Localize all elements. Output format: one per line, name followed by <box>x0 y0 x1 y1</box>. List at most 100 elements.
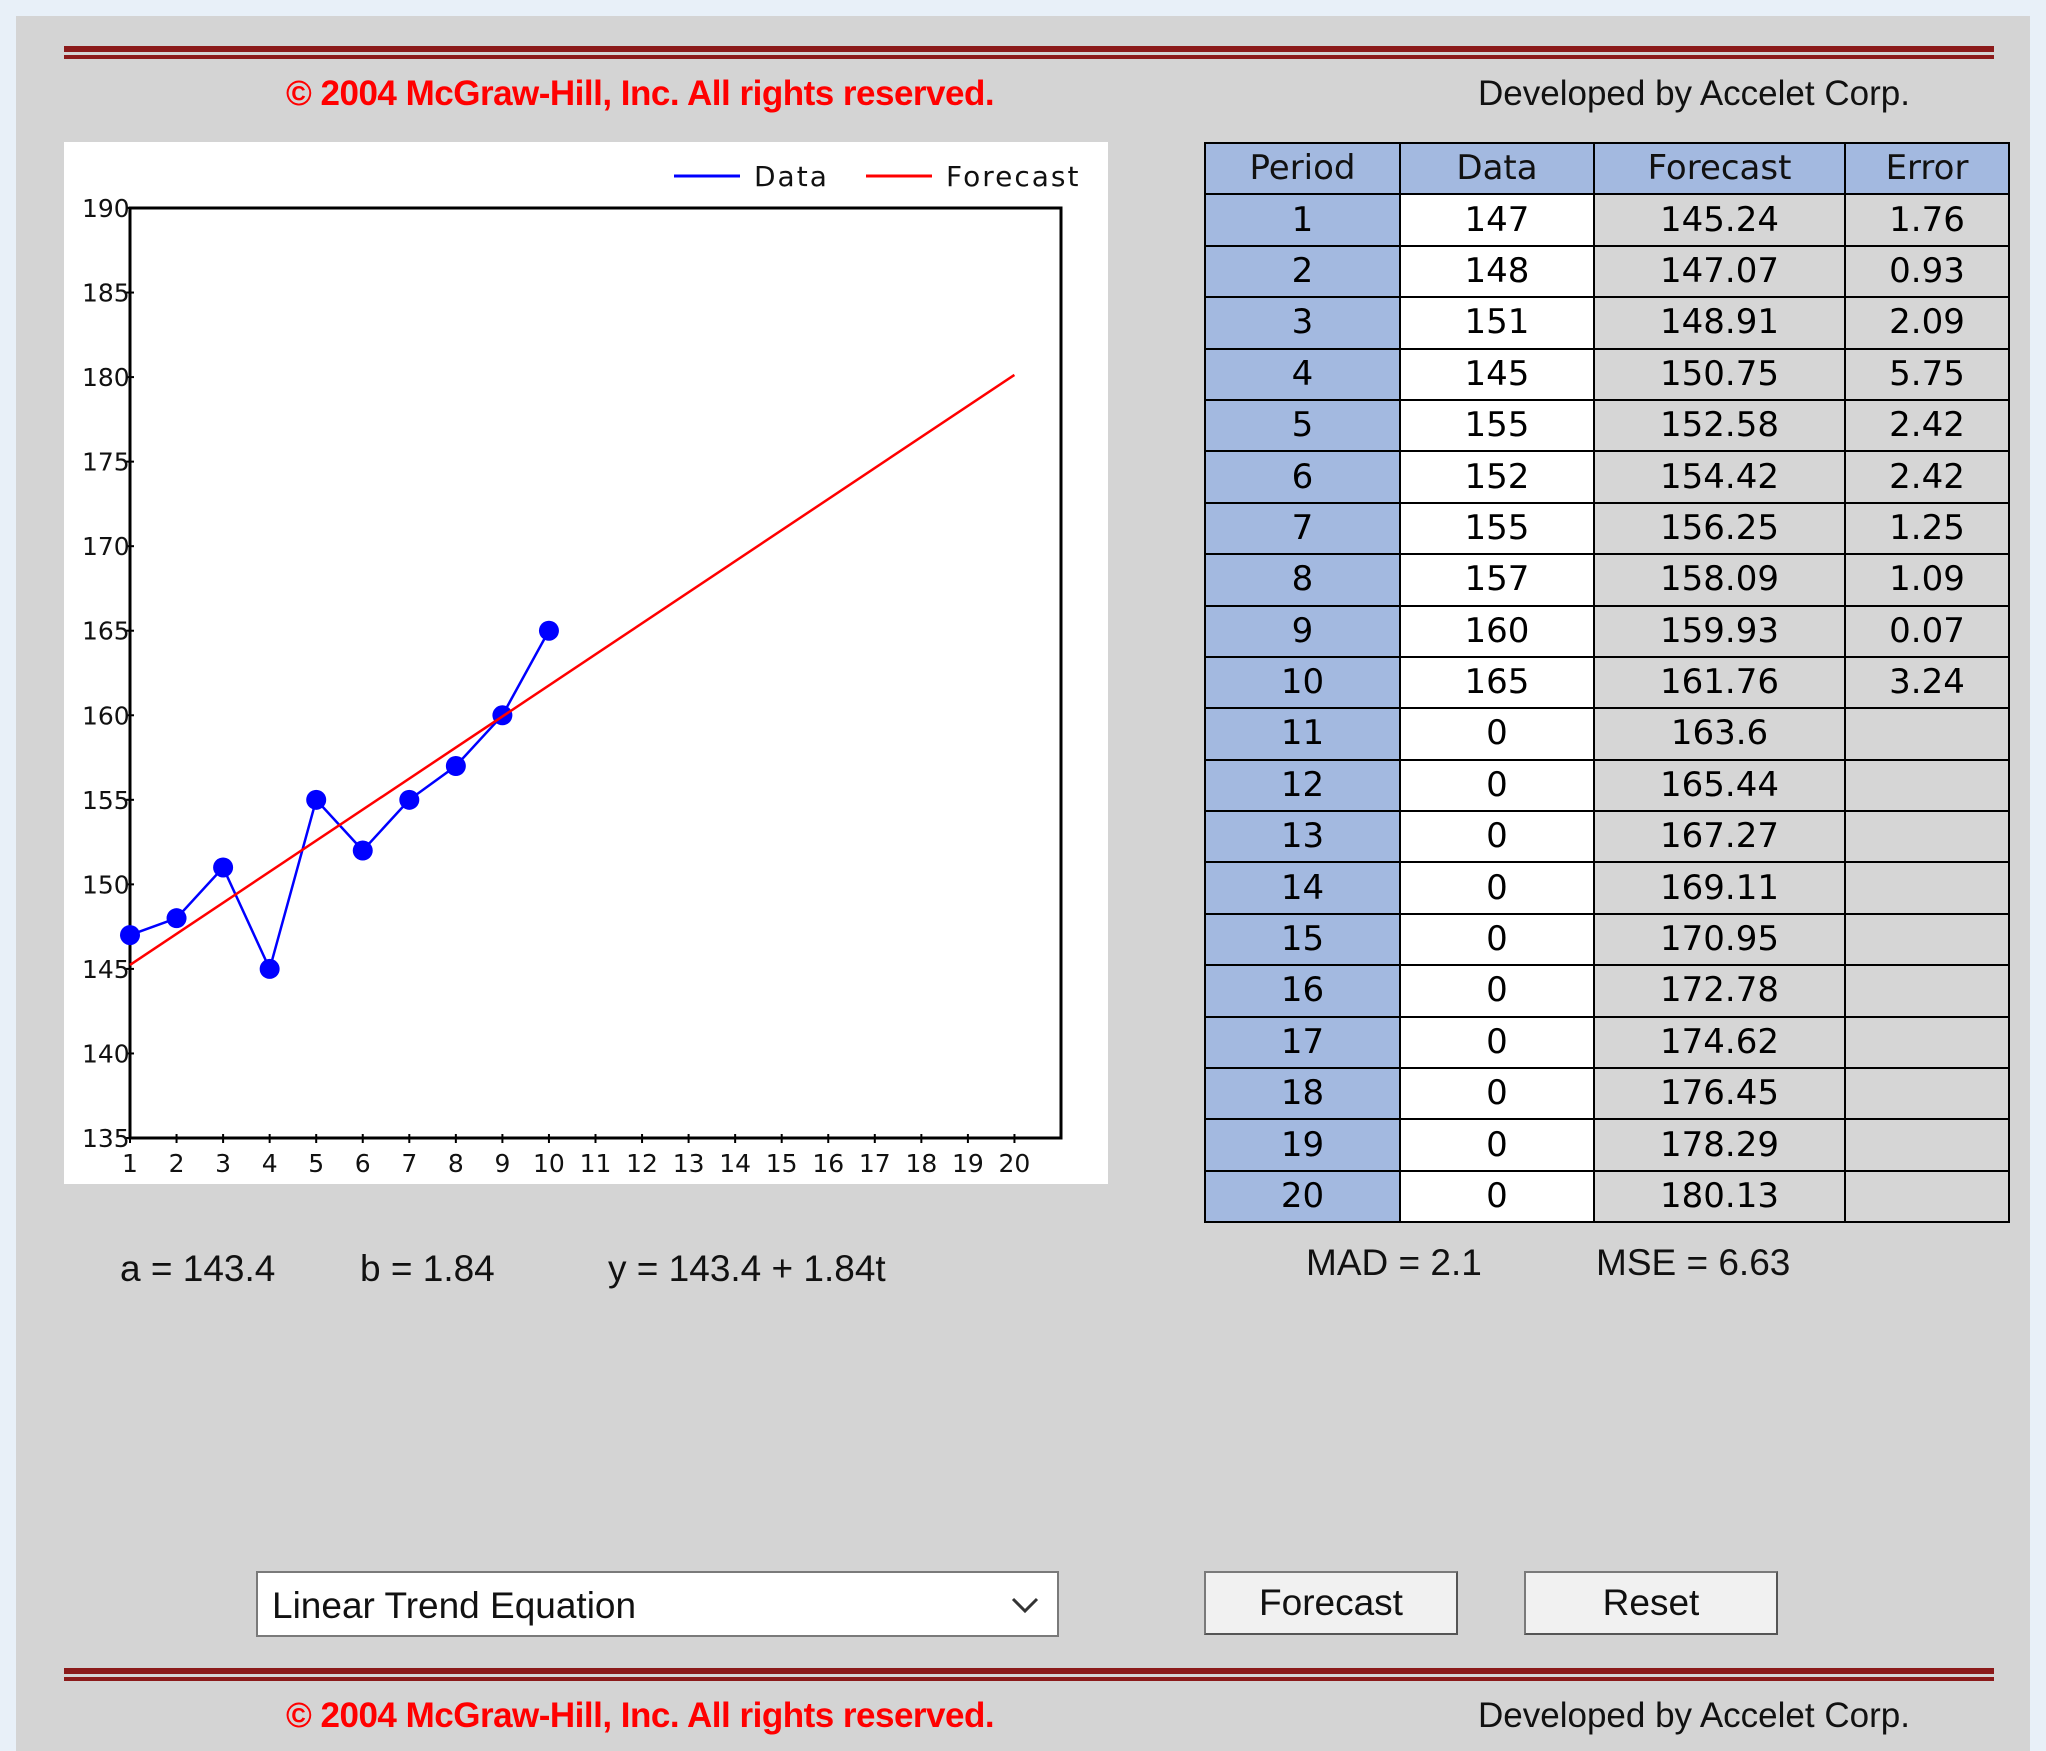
cell-data[interactable]: 157 <box>1400 554 1594 605</box>
method-select[interactable]: Linear Trend Equation <box>256 1571 1059 1637</box>
cell-period: 18 <box>1205 1068 1400 1119</box>
cell-forecast: 154.42 <box>1594 451 1845 502</box>
cell-period: 1 <box>1205 194 1400 245</box>
cell-period: 16 <box>1205 965 1400 1016</box>
cell-data[interactable]: 0 <box>1400 1119 1594 1170</box>
table-row: 170174.62 <box>1205 1017 2009 1068</box>
x-tick-label: 5 <box>308 1149 324 1178</box>
cell-data[interactable]: 0 <box>1400 1171 1594 1222</box>
cell-data[interactable]: 155 <box>1400 503 1594 554</box>
cell-data[interactable]: 0 <box>1400 760 1594 811</box>
header-developed-by: Developed by Accelet Corp. <box>1478 74 1910 114</box>
cell-period: 5 <box>1205 400 1400 451</box>
y-tick-label: 140 <box>82 1039 130 1068</box>
x-axis: 1234567891011121314151617181920 <box>122 1134 1030 1178</box>
cell-data[interactable]: 147 <box>1400 194 1594 245</box>
y-axis: 135140145150155160165170175180185190 <box>82 194 134 1153</box>
cell-period: 14 <box>1205 862 1400 913</box>
cell-error: 1.09 <box>1845 554 2009 605</box>
cell-period: 12 <box>1205 760 1400 811</box>
y-tick-label: 180 <box>82 363 130 392</box>
cell-forecast: 170.95 <box>1594 914 1845 965</box>
x-tick-label: 13 <box>673 1149 705 1178</box>
cell-period: 4 <box>1205 349 1400 400</box>
chevron-down-icon[interactable] <box>1007 1587 1043 1623</box>
x-tick-label: 7 <box>401 1149 417 1178</box>
cell-forecast: 161.76 <box>1594 657 1845 708</box>
x-tick-label: 2 <box>169 1149 185 1178</box>
table-row: 6152154.422.42 <box>1205 451 2009 502</box>
data-point <box>167 908 187 928</box>
cell-data[interactable]: 155 <box>1400 400 1594 451</box>
cell-data[interactable]: 145 <box>1400 349 1594 400</box>
cell-error <box>1845 1068 2009 1119</box>
cell-forecast: 147.07 <box>1594 246 1845 297</box>
cell-data[interactable]: 0 <box>1400 1017 1594 1068</box>
cell-data[interactable]: 0 <box>1400 1068 1594 1119</box>
cell-forecast: 180.13 <box>1594 1171 1845 1222</box>
x-tick-label: 20 <box>999 1149 1031 1178</box>
cell-period: 2 <box>1205 246 1400 297</box>
slope-value: b = 1.84 <box>360 1248 495 1290</box>
cell-period: 6 <box>1205 451 1400 502</box>
cell-forecast: 167.27 <box>1594 811 1845 862</box>
cell-forecast: 152.58 <box>1594 400 1845 451</box>
x-tick-label: 14 <box>719 1149 751 1178</box>
table-row: 150170.95 <box>1205 914 2009 965</box>
cell-error: 5.75 <box>1845 349 2009 400</box>
cell-data[interactable]: 0 <box>1400 914 1594 965</box>
cell-error <box>1845 965 2009 1016</box>
table-row: 10165161.763.24 <box>1205 657 2009 708</box>
reset-button[interactable]: Reset <box>1524 1571 1778 1635</box>
x-tick-label: 3 <box>215 1149 231 1178</box>
table-row: 5155152.582.42 <box>1205 400 2009 451</box>
cell-period: 11 <box>1205 708 1400 759</box>
cell-forecast: 150.75 <box>1594 349 1845 400</box>
cell-data[interactable]: 160 <box>1400 606 1594 657</box>
table-row: 180176.45 <box>1205 1068 2009 1119</box>
forecast-button[interactable]: Forecast <box>1204 1571 1458 1635</box>
cell-period: 9 <box>1205 606 1400 657</box>
table-row: 120165.44 <box>1205 760 2009 811</box>
column-header-data: Data <box>1400 143 1594 194</box>
method-select-value: Linear Trend Equation <box>272 1585 636 1627</box>
footer-copyright: © 2004 McGraw-Hill, Inc. All rights rese… <box>286 1696 994 1736</box>
data-point <box>446 756 466 776</box>
cell-data[interactable]: 0 <box>1400 862 1594 913</box>
cell-error <box>1845 811 2009 862</box>
cell-error <box>1845 760 2009 811</box>
trend-equation: y = 143.4 + 1.84t <box>608 1248 886 1290</box>
x-tick-label: 11 <box>580 1149 612 1178</box>
chart-legend: DataForecast <box>674 160 1080 193</box>
x-tick-label: 9 <box>494 1149 510 1178</box>
table-row: 130167.27 <box>1205 811 2009 862</box>
cell-forecast: 178.29 <box>1594 1119 1845 1170</box>
cell-forecast: 163.6 <box>1594 708 1845 759</box>
x-tick-label: 17 <box>859 1149 891 1178</box>
cell-data[interactable]: 0 <box>1400 811 1594 862</box>
table-row: 1147145.241.76 <box>1205 194 2009 245</box>
cell-data[interactable]: 151 <box>1400 297 1594 348</box>
cell-error: 2.09 <box>1845 297 2009 348</box>
legend-label: Forecast <box>946 160 1080 193</box>
cell-period: 17 <box>1205 1017 1400 1068</box>
header-divider <box>64 46 1994 59</box>
cell-forecast: 159.93 <box>1594 606 1845 657</box>
cell-data[interactable]: 165 <box>1400 657 1594 708</box>
y-tick-label: 190 <box>82 194 130 223</box>
cell-error: 1.76 <box>1845 194 2009 245</box>
cell-data[interactable]: 152 <box>1400 451 1594 502</box>
x-tick-label: 16 <box>812 1149 844 1178</box>
x-tick-label: 12 <box>626 1149 658 1178</box>
cell-data[interactable]: 0 <box>1400 965 1594 1016</box>
plot-area <box>130 208 1061 1138</box>
cell-period: 15 <box>1205 914 1400 965</box>
x-tick-label: 10 <box>533 1149 565 1178</box>
cell-error <box>1845 1119 2009 1170</box>
cell-forecast: 172.78 <box>1594 965 1845 1016</box>
column-header-error: Error <box>1845 143 2009 194</box>
cell-data[interactable]: 148 <box>1400 246 1594 297</box>
data-point <box>353 841 373 861</box>
cell-data[interactable]: 0 <box>1400 708 1594 759</box>
table-row: 7155156.251.25 <box>1205 503 2009 554</box>
